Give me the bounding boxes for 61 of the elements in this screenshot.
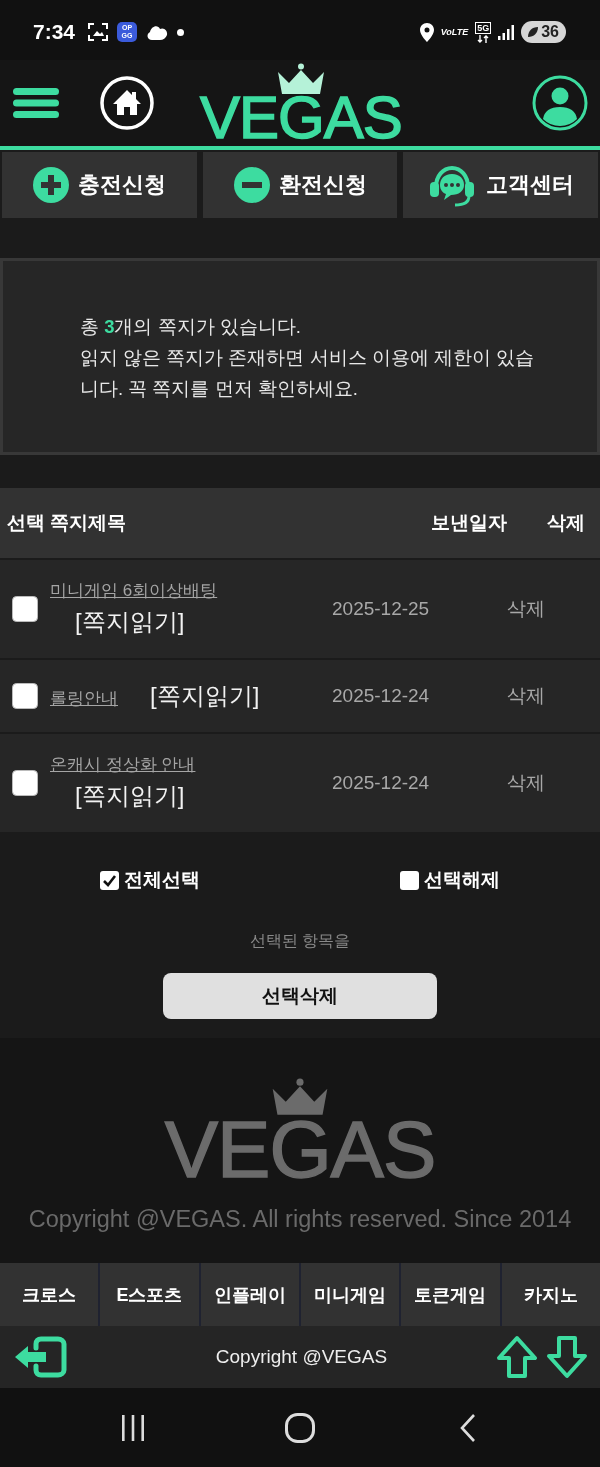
column-header: 삭제 [547,511,585,535]
column-header: 보낸일자 [431,511,507,535]
battery-percent: 36 [541,23,559,41]
action-button[interactable]: 충전신청 [2,152,197,218]
message-title-link[interactable]: 롤링안내 [50,686,118,712]
column-header: 선택 쪽지제목 [7,511,128,535]
cloud-icon [146,24,169,40]
status-time: 7:34 [33,20,76,44]
selection-hint: 선택된 항목을 [249,931,351,951]
back-icon[interactable] [459,1413,475,1442]
select-all-checkbox[interactable] [100,870,119,890]
screenshot-icon [88,23,109,41]
notice-text: 읽지 않은 쪽지가 존재하면 서비스 이용에 제한이 있습니다. 꼭 쪽지를 먼저 확인하세요. [80,346,535,401]
row-checkbox[interactable] [12,596,38,622]
volte-label: VoLTE [440,27,469,37]
delete-link[interactable]: 삭제 [507,683,545,709]
action-button[interactable]: 고객센터 [403,152,598,218]
delete-selected-button[interactable]: 선택삭제 [163,973,437,1019]
read-message-link[interactable]: [쪽지읽기] [150,678,260,714]
category-tab[interactable]: 토큰게임 [401,1263,500,1326]
user-profile-icon[interactable] [532,75,588,131]
copyright-text: Copyright @VEGAS [214,1346,389,1368]
row-checkbox[interactable] [12,683,38,709]
notification-dot-icon [177,28,185,36]
scroll-up-icon[interactable] [496,1335,538,1379]
plus-circle-icon [32,167,69,203]
category-tab[interactable]: 미니게임 [301,1263,400,1326]
sent-date: 2025-12-25 [332,598,431,620]
delete-link[interactable]: 삭제 [507,596,545,622]
logo-text[interactable]: VEGAS [200,93,402,143]
category-tab[interactable]: 카지노 [501,1263,600,1326]
category-tab[interactable]: 인플레이 [200,1263,299,1326]
recent-apps-icon[interactable] [121,1414,145,1441]
copyright-text: Copyright @VEGAS. All rights reserved. Since 2014 [28,1206,572,1233]
leaf-icon [527,26,540,38]
action-button[interactable]: 환전신청 [202,152,398,218]
message-count-text: 총 3개의 쪽지가 있습니다. [80,315,302,339]
deselect-label[interactable]: 선택해제 [424,867,500,893]
location-pin-icon [419,22,434,42]
minus-circle-icon [233,167,270,203]
message-title-link[interactable]: 온캐시 정상화 안내 [50,752,196,778]
home-icon[interactable] [100,76,154,130]
network-label: 5G [475,21,492,34]
read-message-link[interactable]: [쪽지읽기] [75,604,185,640]
scroll-down-icon[interactable] [546,1335,588,1379]
select-all-label[interactable]: 전체선택 [124,867,200,893]
sent-date: 2025-12-24 [332,772,431,794]
category-tab[interactable]: E스포츠 [100,1263,199,1326]
delete-link[interactable]: 삭제 [507,770,545,796]
menu-icon[interactable] [13,88,59,118]
signal-icon [498,24,515,40]
logout-icon[interactable] [13,1336,67,1378]
sent-date: 2025-12-24 [332,685,431,707]
category-tab[interactable]: 크로스 [0,1263,99,1326]
data-arrows-icon [477,34,490,43]
row-checkbox[interactable] [12,770,38,796]
home-nav-icon[interactable] [285,1412,315,1443]
read-message-link[interactable]: [쪽지읽기] [75,778,185,814]
footer-logo-text: VEGAS [164,1116,436,1184]
message-title-link[interactable]: 미니게임 6회이상배팅 [50,578,218,604]
deselect-checkbox[interactable] [400,870,419,890]
